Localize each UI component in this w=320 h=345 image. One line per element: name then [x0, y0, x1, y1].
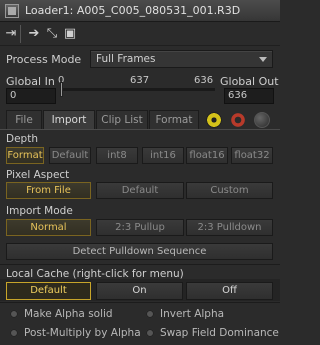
global-out-field[interactable]: 636: [224, 88, 274, 104]
tab-clip-list[interactable]: Clip List: [96, 110, 148, 130]
process-mode-value: Full Frames: [96, 53, 156, 65]
depth-format-button[interactable]: Format: [6, 147, 44, 164]
tab-divider: [0, 129, 280, 130]
import-mode-label: Import Mode: [6, 205, 73, 217]
import-mode-pullup-button[interactable]: 2:3 Pullup: [96, 219, 184, 236]
post-multiply-label: Post-Multiply by Alpha: [24, 327, 141, 339]
gear-icon[interactable]: [230, 112, 246, 128]
detect-pulldown-button[interactable]: Detect Pulldown Sequence: [6, 243, 273, 260]
pixel-aspect-custom-button[interactable]: Custom: [186, 182, 273, 199]
checkbox-indicator: [146, 329, 154, 337]
checkbox-indicator: [10, 310, 18, 318]
depth-int8-button[interactable]: int8: [96, 147, 138, 164]
pin-icon[interactable]: ⇥: [4, 25, 18, 43]
pixel-aspect-label: Pixel Aspect: [6, 169, 70, 181]
tool-tile-icon[interactable]: [5, 4, 19, 18]
pixel-aspect-from-file-button[interactable]: From File: [6, 182, 91, 199]
invert-alpha-checkbox[interactable]: Invert Alpha: [146, 308, 224, 320]
radioactive-icon[interactable]: [206, 112, 222, 128]
local-cache-default-button[interactable]: Default: [6, 282, 91, 300]
global-out-label: Global Out: [220, 75, 279, 88]
sphere-icon[interactable]: [254, 112, 270, 128]
post-multiply-checkbox[interactable]: Post-Multiply by Alpha: [10, 327, 141, 339]
toolbar: ⇥ ➔ ⤡ ▣: [0, 22, 280, 46]
range-in-handle[interactable]: [60, 82, 63, 97]
title-bar: Loader1: A005_C005_080531_001.R3D: [0, 0, 280, 22]
pixel-aspect-default-button[interactable]: Default: [96, 182, 184, 199]
chevron-down-icon: [259, 57, 267, 62]
tab-import[interactable]: Import: [43, 110, 95, 130]
tab-file[interactable]: File: [6, 110, 42, 130]
swap-field-checkbox[interactable]: Swap Field Dominance: [146, 327, 279, 339]
import-mode-normal-button[interactable]: Normal: [6, 219, 91, 236]
depth-float16-button[interactable]: float16: [186, 147, 228, 164]
global-in-field[interactable]: 0: [6, 88, 56, 104]
range-tick-mid: 637: [130, 75, 150, 86]
depth-float32-button[interactable]: float32: [231, 147, 273, 164]
global-in-label: Global In: [6, 75, 55, 88]
import-mode-pulldown-button[interactable]: 2:3 Pulldown: [186, 219, 273, 236]
forward-arrow-icon[interactable]: ➔: [26, 25, 42, 43]
make-alpha-solid-checkbox[interactable]: Make Alpha solid: [10, 308, 113, 320]
tab-format[interactable]: Format: [149, 110, 199, 130]
local-cache-on-button[interactable]: On: [96, 282, 183, 300]
section-divider: [0, 302, 280, 303]
toolbar-separator: [20, 25, 21, 43]
checkbox-indicator: [146, 310, 154, 318]
process-mode-label: Process Mode: [6, 53, 82, 66]
invert-alpha-label: Invert Alpha: [160, 308, 225, 320]
depth-label: Depth: [6, 133, 38, 145]
save-icon[interactable]: ▣: [63, 25, 77, 43]
section-divider: [0, 264, 280, 265]
range-slider-track[interactable]: [60, 88, 215, 91]
local-cache-off-button[interactable]: Off: [186, 282, 273, 300]
make-alpha-solid-label: Make Alpha solid: [24, 308, 113, 320]
depth-default-button[interactable]: Default: [49, 147, 91, 164]
window-title: Loader1: A005_C005_080531_001.R3D: [25, 4, 241, 17]
checkbox-indicator: [10, 329, 18, 337]
swap-field-label: Swap Field Dominance: [160, 327, 279, 339]
range-tick-end: 636: [194, 75, 214, 86]
depth-int16-button[interactable]: int16: [142, 147, 184, 164]
process-mode-dropdown[interactable]: Full Frames: [90, 50, 273, 68]
link-icon[interactable]: ⤡: [44, 25, 60, 43]
